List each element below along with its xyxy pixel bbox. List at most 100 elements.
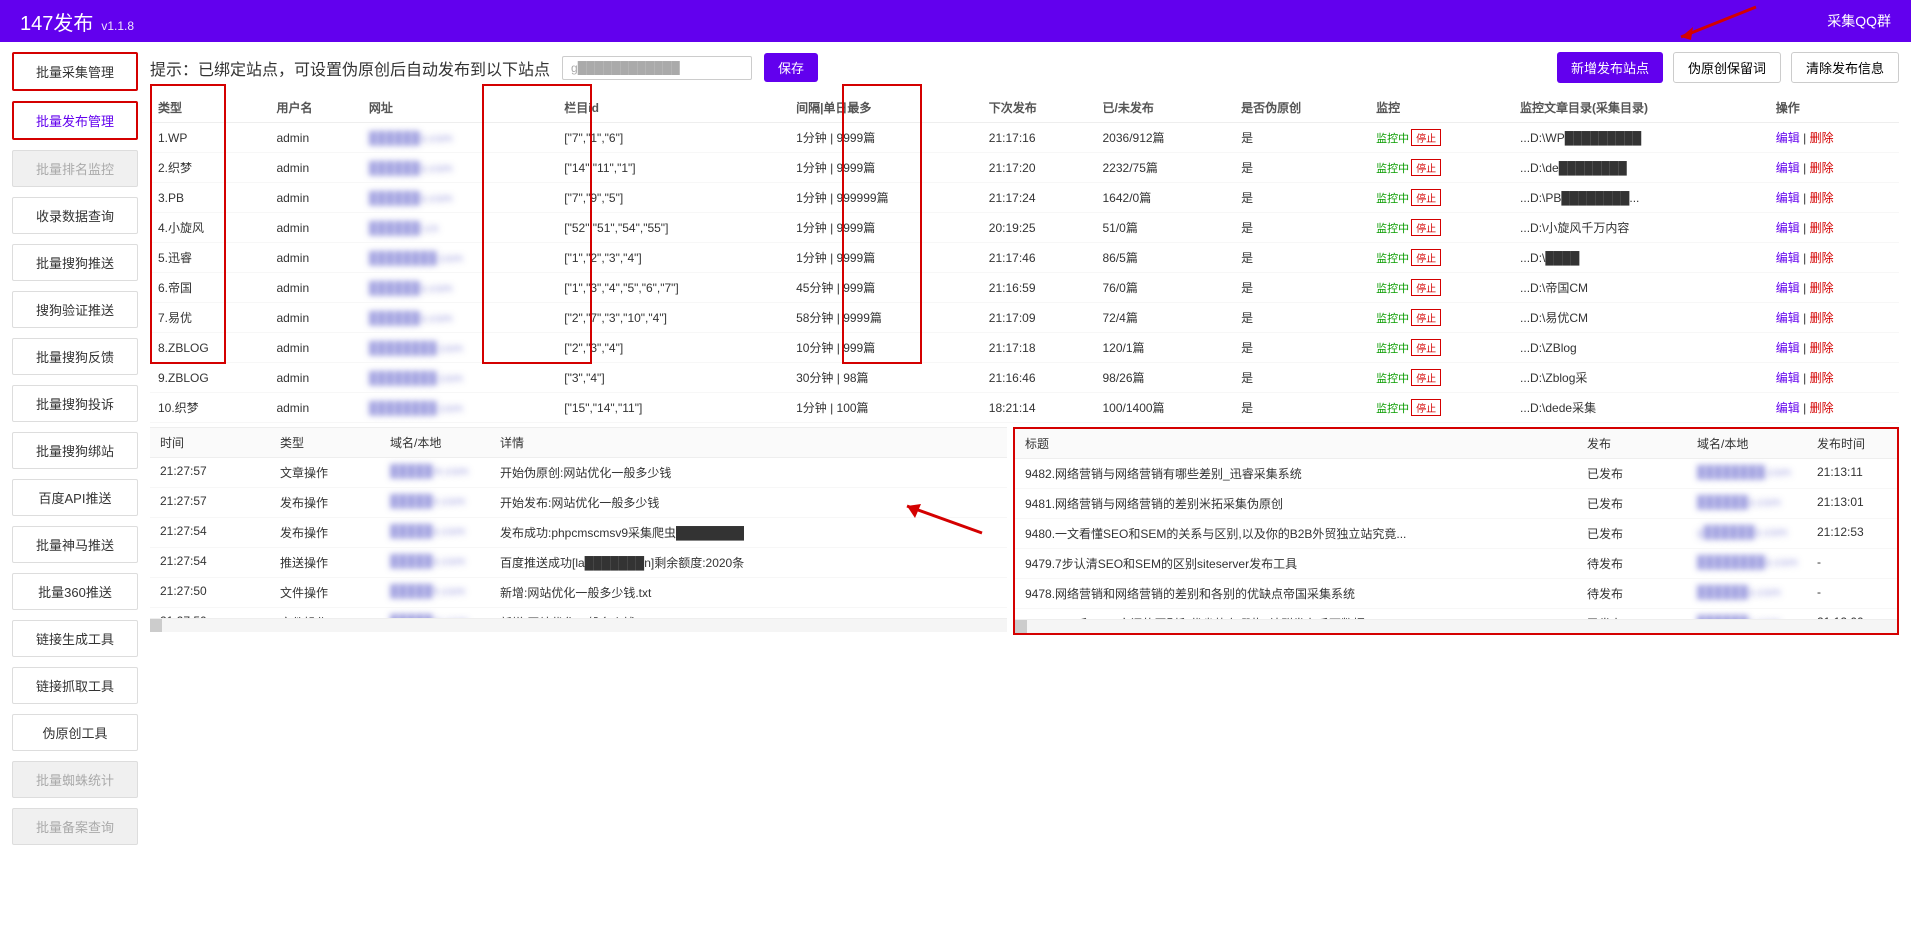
keep-words-button[interactable]: 伪原创保留词	[1673, 52, 1781, 83]
log-header-cell: 详情	[490, 428, 1007, 457]
cell-url[interactable]: ████████.com	[361, 393, 556, 423]
log-detail: 新增:网站优化一般多少钱.txt	[490, 578, 1007, 607]
log-ptime: 21:13:01	[1807, 489, 1897, 518]
clear-info-button[interactable]: 清除发布信息	[1791, 52, 1899, 83]
delete-link[interactable]: 删除	[1810, 191, 1834, 205]
log-row: 21:27:50文件操作█████h.com新增:网站优化一般多少钱.txt	[150, 578, 1007, 608]
sidebar-item-9[interactable]: 百度API推送	[12, 479, 138, 516]
log-ptime: -	[1807, 579, 1897, 608]
sidebar-item-7[interactable]: 批量搜狗投诉	[12, 385, 138, 422]
log-ptime: 21:13:11	[1807, 459, 1897, 488]
cell-monitor[interactable]: 监控中停止	[1368, 273, 1512, 303]
cell-url[interactable]: ██████o.com	[361, 153, 556, 183]
edit-link[interactable]: 编辑	[1776, 251, 1800, 265]
edit-link[interactable]: 编辑	[1776, 401, 1800, 415]
cell-monitor[interactable]: 监控中停止	[1368, 123, 1512, 153]
sidebar-item-3[interactable]: 收录数据查询	[12, 197, 138, 234]
sidebar-item-10[interactable]: 批量神马推送	[12, 526, 138, 563]
cell-monitor[interactable]: 监控中停止	[1368, 243, 1512, 273]
cell-colid: ["15","14","11"]	[556, 393, 788, 423]
sidebar-item-13[interactable]: 链接抓取工具	[12, 667, 138, 704]
table-row: 7.易优admin██████o.com["2","7","3","10","4…	[150, 303, 1899, 333]
cell-next: 20:19:25	[981, 213, 1095, 243]
cell-monitor[interactable]: 监控中停止	[1368, 183, 1512, 213]
cell-pseudo: 是	[1233, 303, 1368, 333]
cell-dir: ...D:\de████████	[1512, 153, 1768, 183]
log-title: 9482.网络营销与网络营销有哪些差别_迅睿采集系统	[1015, 459, 1577, 488]
delete-link[interactable]: 删除	[1810, 401, 1834, 415]
edit-link[interactable]: 编辑	[1776, 281, 1800, 295]
cell-monitor[interactable]: 监控中停止	[1368, 303, 1512, 333]
scrollbar-h[interactable]	[1015, 619, 1897, 633]
cell-url[interactable]: ████████.com	[361, 363, 556, 393]
cell-monitor[interactable]: 监控中停止	[1368, 393, 1512, 423]
delete-link[interactable]: 删除	[1810, 161, 1834, 175]
delete-link[interactable]: 删除	[1810, 281, 1834, 295]
cell-url[interactable]: ████████.com	[361, 243, 556, 273]
delete-link[interactable]: 删除	[1810, 371, 1834, 385]
sidebar-item-5[interactable]: 搜狗验证推送	[12, 291, 138, 328]
log-domain: ██████o.com	[1687, 489, 1807, 518]
table-row: 1.WPadmin██████o.com["7","1","6"]1分钟 | 9…	[150, 123, 1899, 153]
cell-user: admin	[268, 333, 360, 363]
edit-link[interactable]: 编辑	[1776, 371, 1800, 385]
edit-link[interactable]: 编辑	[1776, 221, 1800, 235]
cell-url[interactable]: ██████o.com	[361, 273, 556, 303]
edit-link[interactable]: 编辑	[1776, 311, 1800, 325]
cell-monitor[interactable]: 监控中停止	[1368, 213, 1512, 243]
edit-link[interactable]: 编辑	[1776, 191, 1800, 205]
cell-next: 21:16:46	[981, 363, 1095, 393]
cell-url[interactable]: ██████o.com	[361, 303, 556, 333]
log-pub: 已发布	[1577, 489, 1687, 518]
cell-type: 9.ZBLOG	[150, 363, 268, 393]
cell-monitor[interactable]: 监控中停止	[1368, 363, 1512, 393]
pseudo-token-input[interactable]	[562, 56, 752, 80]
save-button[interactable]: 保存	[764, 53, 818, 82]
add-site-button[interactable]: 新增发布站点	[1557, 52, 1663, 83]
cell-count: 120/1篇	[1095, 333, 1234, 363]
cell-pseudo: 是	[1233, 363, 1368, 393]
cell-interval: 1分钟 | 999999篇	[788, 183, 981, 213]
cell-url[interactable]: ██████o.com	[361, 123, 556, 153]
edit-link[interactable]: 编辑	[1776, 131, 1800, 145]
cell-monitor[interactable]: 监控中停止	[1368, 333, 1512, 363]
sidebar-item-14[interactable]: 伪原创工具	[12, 714, 138, 751]
cell-dir: ...D:\Zblog采	[1512, 363, 1768, 393]
cell-ops: 编辑 | 删除	[1768, 213, 1899, 243]
header-qq-link[interactable]: 采集QQ群	[1827, 11, 1891, 31]
cell-count: 86/5篇	[1095, 243, 1234, 273]
delete-link[interactable]: 删除	[1810, 221, 1834, 235]
delete-link[interactable]: 删除	[1810, 131, 1834, 145]
edit-link[interactable]: 编辑	[1776, 161, 1800, 175]
cell-next: 21:17:09	[981, 303, 1095, 333]
sidebar-item-6[interactable]: 批量搜狗反馈	[12, 338, 138, 375]
cell-monitor[interactable]: 监控中停止	[1368, 153, 1512, 183]
sidebar-item-1[interactable]: 批量发布管理	[12, 101, 138, 140]
sidebar-item-12[interactable]: 链接生成工具	[12, 620, 138, 657]
topbar-hint: 提示：已绑定站点，可设置伪原创后自动发布到以下站点	[150, 56, 550, 80]
log-time: 21:27:57	[150, 488, 270, 517]
sidebar-item-8[interactable]: 批量搜狗绑站	[12, 432, 138, 469]
cell-colid: ["1","3","4","5","6","7"]	[556, 273, 788, 303]
delete-link[interactable]: 删除	[1810, 341, 1834, 355]
sidebar-item-0[interactable]: 批量采集管理	[12, 52, 138, 91]
cell-type: 8.ZBLOG	[150, 333, 268, 363]
scrollbar-h[interactable]	[150, 618, 1007, 632]
log-domain: █████m.com	[380, 458, 490, 487]
log-header-cell: 类型	[270, 428, 380, 457]
log-row: 21:27:54发布操作█████o.com发布成功:phpcmscmsv9采集…	[150, 518, 1007, 548]
sidebar-item-11[interactable]: 批量360推送	[12, 573, 138, 610]
cell-interval: 10分钟 | 999篇	[788, 333, 981, 363]
cell-ops: 编辑 | 删除	[1768, 183, 1899, 213]
cell-url[interactable]: ██████i.cn	[361, 213, 556, 243]
edit-link[interactable]: 编辑	[1776, 341, 1800, 355]
table-row: 5.迅睿admin████████.com["1","2","3","4"]1分…	[150, 243, 1899, 273]
sidebar-item-4[interactable]: 批量搜狗推送	[12, 244, 138, 281]
cell-count: 1642/0篇	[1095, 183, 1234, 213]
cell-url[interactable]: ██████o.com	[361, 183, 556, 213]
log-title: 9481.网络营销与网络营销的差别米拓采集伪原创	[1015, 489, 1577, 518]
app-version: v1.1.8	[101, 19, 134, 33]
cell-url[interactable]: ████████.com	[361, 333, 556, 363]
delete-link[interactable]: 删除	[1810, 311, 1834, 325]
delete-link[interactable]: 删除	[1810, 251, 1834, 265]
